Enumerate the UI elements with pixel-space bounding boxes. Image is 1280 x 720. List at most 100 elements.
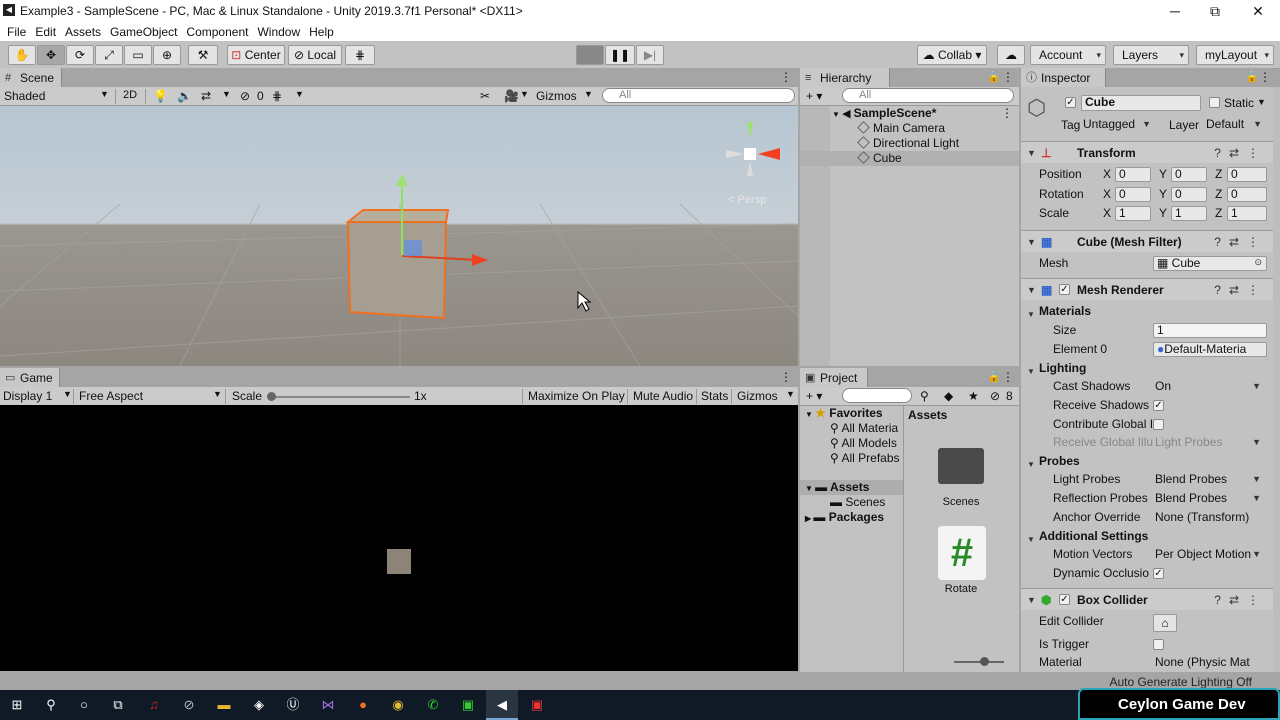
tools-icon[interactable]: ✂	[480, 89, 490, 103]
hierarchy-item-directional-light[interactable]: Directional Light	[800, 136, 959, 151]
camera-icon[interactable]: 🎥	[504, 89, 519, 103]
chevron-down-icon[interactable]: ▼	[584, 89, 593, 99]
lock-icon[interactable]: 🔒	[987, 70, 1001, 83]
more-icon[interactable]: ⋮	[1259, 70, 1271, 84]
static-checkbox[interactable]	[1209, 97, 1220, 108]
lighting-icon[interactable]: 💡	[153, 89, 168, 103]
menu-file[interactable]: File	[7, 25, 26, 39]
hierarchy-item-cube[interactable]: Cube	[800, 151, 1019, 166]
scene-search[interactable]: All	[602, 88, 795, 103]
additional-settings-foldout[interactable]: Additional Settings	[1027, 527, 1148, 549]
custom-tool-icon[interactable]: ⚒	[188, 45, 218, 65]
persp-label[interactable]: < Persp	[728, 194, 766, 206]
more-icon[interactable]: ⋮	[780, 370, 792, 384]
position-y[interactable]: 0	[1171, 167, 1207, 182]
hidden-packages-icon[interactable]: ⊘	[990, 389, 1000, 403]
maximize-button[interactable]: ⧉	[1195, 0, 1235, 22]
menu-assets[interactable]: Assets	[65, 25, 101, 39]
whatsapp-icon[interactable]: ✆	[424, 696, 442, 714]
add-icon[interactable]: + ▾	[806, 89, 822, 103]
light-probes-dropdown[interactable]: Blend Probes ▼	[1155, 470, 1265, 489]
more-icon[interactable]: ⋮	[1002, 70, 1014, 84]
element0-field[interactable]: ●Default-Materia	[1153, 342, 1267, 357]
file-explorer-icon[interactable]: ▬	[215, 696, 233, 714]
position-x[interactable]: 0	[1115, 167, 1151, 182]
favorite-item[interactable]: ⚲ All Materia	[800, 421, 898, 436]
mute-audio-toggle[interactable]: Mute Audio	[633, 389, 693, 403]
scene-row[interactable]: ▼ ◀ SampleScene* ⋮	[800, 106, 1019, 121]
menu-component[interactable]: Component	[186, 25, 248, 39]
menu-gameobject[interactable]: GameObject	[110, 25, 177, 39]
active-checkbox[interactable]: ✓	[1065, 97, 1076, 108]
visual-studio-icon[interactable]: ⋈	[319, 696, 337, 714]
lock-icon[interactable]: 🔒	[1245, 70, 1259, 83]
gizmos-dropdown[interactable]: Gizmos	[536, 89, 577, 103]
hidden-objects-icon[interactable]: ⊘	[240, 89, 250, 103]
layout-dropdown[interactable]: myLayout ▾	[1196, 45, 1274, 65]
lock-icon[interactable]: 🔒	[987, 370, 1001, 383]
scenes-folder-node[interactable]: ▬ Scenes	[800, 495, 885, 510]
step-button[interactable]: ▶|	[636, 45, 664, 65]
tag-dropdown[interactable]: Untagged ▼	[1083, 117, 1155, 133]
mesh-filter-header[interactable]: ▼ ▦ Cube (Mesh Filter) ?⇄⋮	[1021, 230, 1273, 252]
pivot-center-button[interactable]: ⊡ Center	[227, 45, 285, 65]
rotation-x[interactable]: 0	[1115, 187, 1151, 202]
chevron-down-icon[interactable]: ▼	[100, 89, 109, 99]
scale-slider-thumb[interactable]	[267, 392, 276, 401]
cortana-icon[interactable]: ○	[75, 696, 93, 714]
tab-inspector[interactable]: ⓘ Inspector	[1021, 68, 1106, 88]
display-dropdown[interactable]: Display 1	[3, 389, 52, 403]
filter-type-icon[interactable]: ⚲	[920, 389, 929, 403]
unity-hub-icon[interactable]: ◈	[250, 696, 268, 714]
add-icon[interactable]: + ▾	[806, 389, 822, 403]
anchor-override-field[interactable]: None (Transform)	[1155, 508, 1271, 527]
position-z[interactable]: 0	[1227, 167, 1267, 182]
effects-icon[interactable]: ⇄	[201, 89, 211, 103]
tab-game[interactable]: ▭ Game	[0, 368, 60, 388]
tab-scene[interactable]: # Scene	[0, 68, 62, 88]
icon-size-thumb[interactable]	[980, 657, 989, 666]
menu-help[interactable]: Help	[309, 25, 334, 39]
unity-editor-icon[interactable]: ◀	[486, 690, 518, 720]
layers-dropdown[interactable]: Layers ▾	[1113, 45, 1189, 65]
scale-y[interactable]: 1	[1171, 206, 1207, 221]
asset-scenes[interactable]: Scenes	[924, 496, 998, 508]
contribute-gi-checkbox[interactable]	[1153, 419, 1164, 430]
camtasia-icon[interactable]: ▣	[459, 696, 477, 714]
chevron-down-icon[interactable]: ▼	[213, 389, 222, 399]
minimize-button[interactable]: ─	[1155, 0, 1195, 22]
transform-tool-icon[interactable]: ⊕	[153, 45, 181, 65]
edit-collider-button[interactable]: ⌂	[1153, 614, 1177, 632]
menu-window[interactable]: Window	[257, 25, 300, 39]
physic-material-field[interactable]: None (Physic Mat	[1155, 653, 1269, 672]
gizmos-toggle[interactable]: Gizmos	[737, 389, 778, 403]
move-tool-icon[interactable]: ✥	[37, 45, 65, 65]
aspect-dropdown[interactable]: Free Aspect	[79, 389, 143, 403]
app-icon[interactable]: ⊘	[180, 696, 198, 714]
app-icon[interactable]: ♫	[145, 696, 163, 714]
task-view-icon[interactable]: ⧉	[109, 696, 127, 714]
windows-start-icon[interactable]: ⊞	[8, 696, 26, 714]
unreal-icon[interactable]: Ⓤ	[284, 696, 302, 714]
hierarchy-item-main-camera[interactable]: Main Camera	[800, 121, 945, 136]
play-button[interactable]	[576, 45, 604, 65]
dynamic-occlusion-checkbox[interactable]: ✓	[1153, 568, 1164, 579]
account-dropdown[interactable]: Account ▾	[1030, 45, 1106, 65]
box-collider-header[interactable]: ▼ ⬢ ✓ Box Collider ?⇄⋮	[1021, 588, 1273, 610]
scale-tool-icon[interactable]: ⤢	[95, 45, 123, 65]
tab-project[interactable]: ▣ Project	[800, 368, 868, 388]
materials-size-field[interactable]: 1	[1153, 323, 1267, 338]
chevron-down-icon[interactable]: ▼	[295, 89, 304, 99]
rect-tool-icon[interactable]: ▭	[124, 45, 152, 65]
chevron-down-icon[interactable]: ▼	[222, 89, 231, 99]
collab-dropdown[interactable]: ☁ Collab ▾	[917, 45, 987, 65]
rotation-z[interactable]: 0	[1227, 187, 1267, 202]
shading-dropdown[interactable]: Shaded	[4, 89, 45, 103]
menu-edit[interactable]: Edit	[35, 25, 56, 39]
favorite-icon[interactable]: ★	[968, 389, 979, 403]
probes-foldout[interactable]: Probes	[1027, 452, 1080, 474]
project-search[interactable]	[842, 388, 912, 403]
scale-z[interactable]: 1	[1227, 206, 1267, 221]
snap-icon[interactable]: ⋕	[345, 45, 375, 65]
chevron-down-icon[interactable]: ▼	[786, 389, 795, 399]
